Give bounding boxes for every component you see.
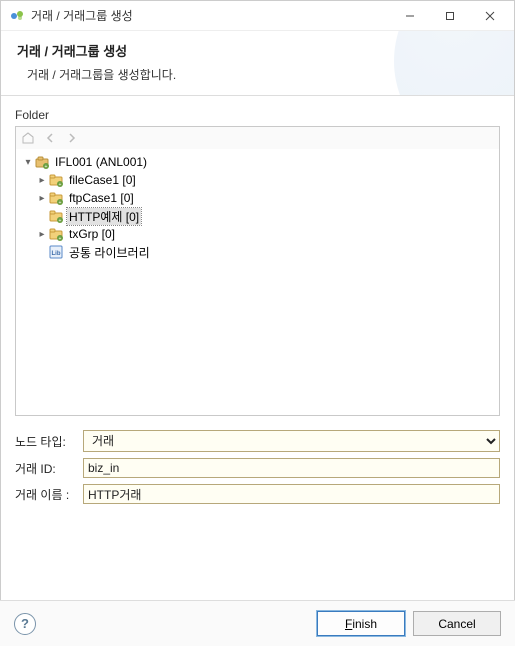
- folder-tree: ▾ + IFL001 (ANL001) ▸ + fileCase1 [0] ▸ …: [15, 126, 500, 416]
- svg-text:Lib: Lib: [52, 251, 61, 257]
- svg-text:+: +: [45, 164, 48, 170]
- node-type-label: 노드 타입:: [15, 433, 83, 450]
- window-title: 거래 / 거래그룹 생성: [31, 7, 390, 24]
- tree-node-label: ftpCase1 [0]: [67, 191, 136, 205]
- titlebar: 거래 / 거래그룹 생성: [1, 1, 514, 31]
- tree-item[interactable]: Lib 공통 라이브러리: [18, 243, 497, 261]
- tree-root[interactable]: ▾ + IFL001 (ANL001): [18, 153, 497, 171]
- tx-name-label: 거래 이름 :: [15, 486, 83, 503]
- chevron-right-icon[interactable]: ▸: [36, 175, 48, 186]
- form-row-tx-name: 거래 이름 :: [15, 484, 500, 504]
- tree-node-label: txGrp [0]: [67, 227, 117, 241]
- form-area: 노드 타입: 거래 거래 ID: 거래 이름 :: [1, 416, 514, 504]
- app-icon: [9, 8, 25, 24]
- tree-toolbar: [16, 127, 499, 149]
- folder-icon: +: [48, 172, 64, 188]
- tree-node-label: fileCase1 [0]: [67, 173, 138, 187]
- cancel-button[interactable]: Cancel: [413, 611, 501, 636]
- close-button[interactable]: [470, 2, 510, 30]
- folder-icon: +: [48, 226, 64, 242]
- tx-id-input[interactable]: [83, 458, 500, 478]
- svg-text:+: +: [59, 200, 62, 206]
- folder-icon: +: [48, 208, 64, 224]
- help-button[interactable]: ?: [14, 613, 36, 635]
- project-icon: +: [34, 154, 50, 170]
- chevron-right-icon[interactable]: ▸: [36, 193, 48, 204]
- tree-item[interactable]: ▸ + fileCase1 [0]: [18, 171, 497, 189]
- tree-item[interactable]: ▸ + ftpCase1 [0]: [18, 189, 497, 207]
- tree-body[interactable]: ▾ + IFL001 (ANL001) ▸ + fileCase1 [0] ▸ …: [16, 149, 499, 415]
- tree-item[interactable]: ▸ + txGrp [0]: [18, 225, 497, 243]
- library-icon: Lib: [48, 244, 64, 260]
- form-row-tx-id: 거래 ID:: [15, 458, 500, 478]
- body-area: Folder ▾ + IFL001 (ANL001) ▸: [1, 96, 514, 416]
- tree-node-label: IFL001 (ANL001): [53, 155, 149, 169]
- tree-item-selected[interactable]: + HTTP예제 [0]: [18, 207, 497, 225]
- node-type-select[interactable]: 거래: [83, 430, 500, 452]
- finish-button[interactable]: Finish: [317, 611, 405, 636]
- maximize-button[interactable]: [430, 2, 470, 30]
- dialog-footer: ? Finish Cancel: [0, 600, 515, 646]
- help-icon: ?: [21, 616, 29, 631]
- forward-icon[interactable]: [64, 130, 80, 146]
- chevron-right-icon[interactable]: ▸: [36, 229, 48, 240]
- svg-text:+: +: [59, 218, 62, 224]
- header-decoration: [394, 31, 514, 96]
- home-icon[interactable]: [20, 130, 36, 146]
- dialog-header: 거래 / 거래그룹 생성 거래 / 거래그룹을 생성합니다.: [1, 31, 514, 96]
- back-icon[interactable]: [42, 130, 58, 146]
- folder-icon: +: [48, 190, 64, 206]
- folder-label: Folder: [15, 108, 500, 122]
- tree-node-label: 공통 라이브러리: [67, 244, 152, 261]
- minimize-button[interactable]: [390, 2, 430, 30]
- tx-name-input[interactable]: [83, 484, 500, 504]
- form-row-node-type: 노드 타입: 거래: [15, 430, 500, 452]
- svg-text:+: +: [59, 182, 62, 188]
- chevron-down-icon[interactable]: ▾: [22, 157, 34, 168]
- tree-node-label: HTTP예제 [0]: [67, 208, 141, 225]
- tx-id-label: 거래 ID:: [15, 460, 83, 477]
- svg-text:+: +: [59, 236, 62, 242]
